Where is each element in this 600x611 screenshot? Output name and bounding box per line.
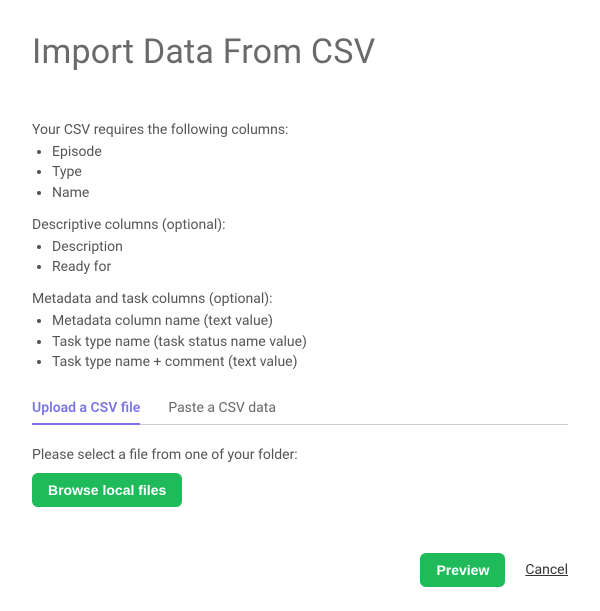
tab-paste-csv[interactable]: Paste a CSV data: [168, 394, 276, 424]
dialog-footer: Preview Cancel: [420, 553, 568, 587]
preview-button[interactable]: Preview: [420, 553, 505, 587]
metadata-columns-list: Metadata column name (text value) Task t…: [32, 311, 568, 372]
select-file-label: Please select a file from one of your fo…: [32, 447, 568, 463]
list-item: Task type name + comment (text value): [52, 352, 568, 372]
list-item: Name: [52, 183, 568, 203]
list-item: Description: [52, 237, 568, 257]
list-item: Ready for: [52, 257, 568, 277]
descriptive-columns-list: Description Ready for: [32, 237, 568, 278]
metadata-columns-label: Metadata and task columns (optional):: [32, 291, 568, 307]
tab-upload-csv[interactable]: Upload a CSV file: [32, 394, 140, 424]
page-title: Import Data From CSV: [32, 32, 568, 72]
list-item: Task type name (task status name value): [52, 332, 568, 352]
tabs: Upload a CSV file Paste a CSV data: [32, 394, 568, 425]
required-columns-label: Your CSV requires the following columns:: [32, 122, 568, 138]
list-item: Episode: [52, 142, 568, 162]
cancel-link[interactable]: Cancel: [525, 562, 568, 578]
browse-local-files-button[interactable]: Browse local files: [32, 473, 182, 507]
list-item: Type: [52, 162, 568, 182]
descriptive-columns-label: Descriptive columns (optional):: [32, 217, 568, 233]
required-columns-list: Episode Type Name: [32, 142, 568, 203]
list-item: Metadata column name (text value): [52, 311, 568, 331]
